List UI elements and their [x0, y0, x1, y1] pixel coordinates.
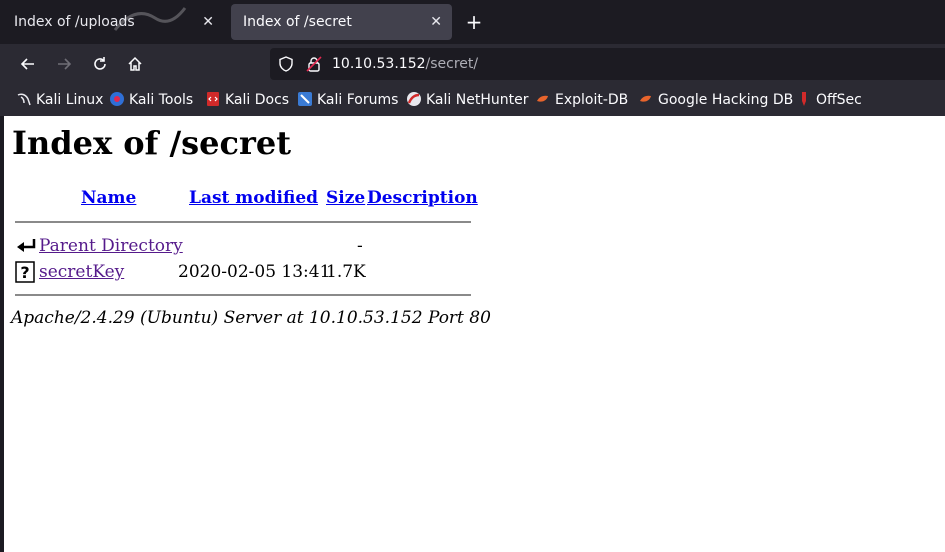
bookmark-label: Google Hacking DB — [658, 92, 794, 108]
column-header-last-modified[interactable]: Last modified — [189, 188, 318, 208]
bookmark-label: Kali Tools — [129, 92, 194, 108]
bookmark-kali-tools[interactable]: Kali Tools — [109, 84, 193, 116]
home-button[interactable] — [121, 50, 149, 78]
tab-secret-label: Index of /secret — [243, 14, 352, 30]
column-header-description[interactable]: Description — [367, 188, 478, 208]
bookmark-label: Kali NetHunter — [426, 92, 529, 108]
page-title: Index of /secret — [12, 124, 291, 162]
tab-strip: Index of /uploads ✕ Index of /secret ✕ + — [0, 0, 945, 44]
kali-forums-icon — [298, 91, 312, 106]
exploit-db-icon — [537, 95, 548, 102]
secretkey-link[interactable]: secretKey — [39, 262, 124, 282]
parent-directory-size: - — [357, 236, 363, 256]
page-content: Index of /secret Name Last modified Size… — [4, 116, 945, 552]
bookmark-label: OffSec — [816, 92, 862, 108]
parent-directory-link[interactable]: Parent Directory — [39, 236, 183, 256]
column-header-size[interactable]: Size — [326, 188, 365, 208]
insecure-lock-icon[interactable] — [306, 56, 322, 72]
ghdb-icon — [640, 95, 651, 102]
header-divider — [15, 221, 471, 223]
bookmark-kali-nethunter[interactable]: Kali NetHunter — [406, 84, 528, 116]
nethunter-icon — [407, 91, 421, 106]
bookmark-exploit-db[interactable]: Exploit-DB — [535, 84, 628, 116]
url-text[interactable]: 10.10.53.152/secret/ — [332, 48, 478, 80]
unknown-file-icon: ? — [15, 261, 35, 283]
kali-tools-icon — [110, 91, 124, 106]
column-header-name[interactable]: Name — [81, 188, 136, 208]
back-button[interactable] — [14, 50, 42, 78]
reload-icon — [94, 57, 106, 70]
tracking-protection-shield-icon[interactable] — [278, 56, 294, 72]
footer-divider — [15, 294, 471, 296]
tab-uploads-close-icon[interactable]: ✕ — [202, 4, 214, 40]
forward-button[interactable] — [50, 50, 78, 78]
tab-secret[interactable]: Index of /secret ✕ — [231, 4, 452, 40]
url-host: 10.10.53.152 — [332, 56, 426, 72]
new-tab-button[interactable]: + — [462, 6, 486, 38]
bookmark-label: Kali Forums — [317, 92, 399, 108]
tab-uploads-label: Index of /uploads — [14, 14, 135, 30]
bookmark-kali-docs[interactable]: Kali Docs — [205, 84, 289, 116]
offsec-icon — [802, 91, 806, 106]
bookmark-kali-forums[interactable]: Kali Forums — [297, 84, 398, 116]
tab-secret-close-icon[interactable]: ✕ — [430, 4, 442, 40]
home-icon — [128, 56, 142, 71]
tab-uploads[interactable]: Index of /uploads ✕ — [2, 4, 224, 40]
bookmark-kali-linux[interactable]: Kali Linux — [16, 84, 103, 116]
url-bar[interactable]: 10.10.53.152/secret/ — [270, 48, 945, 80]
bookmark-label: Kali Docs — [225, 92, 290, 108]
bookmarks-toolbar: Kali Linux Kali Tools Kali Docs Kali For… — [0, 84, 945, 116]
back-arrow-icon — [20, 58, 34, 70]
bookmark-label: Kali Linux — [36, 92, 104, 108]
bookmark-label: Exploit-DB — [555, 92, 629, 108]
kali-dragon-icon — [17, 92, 31, 105]
secretkey-size: 1.7K — [326, 262, 366, 282]
server-signature: Apache/2.4.29 (Ubuntu) Server at 10.10.5… — [11, 308, 491, 328]
bookmark-google-hacking-db[interactable]: Google Hacking DB — [638, 84, 793, 116]
url-path: /secret/ — [425, 56, 479, 72]
parent-directory-icon — [17, 239, 36, 252]
forward-arrow-icon — [58, 58, 72, 70]
reload-button[interactable] — [86, 50, 114, 78]
secretkey-modified: 2020-02-05 13:41 — [178, 262, 331, 282]
svg-text:?: ? — [20, 263, 29, 282]
bookmark-offsec[interactable]: OffSec — [796, 84, 862, 116]
navigation-bar: 10.10.53.152/secret/ — [0, 44, 945, 84]
kali-docs-icon — [207, 91, 219, 106]
